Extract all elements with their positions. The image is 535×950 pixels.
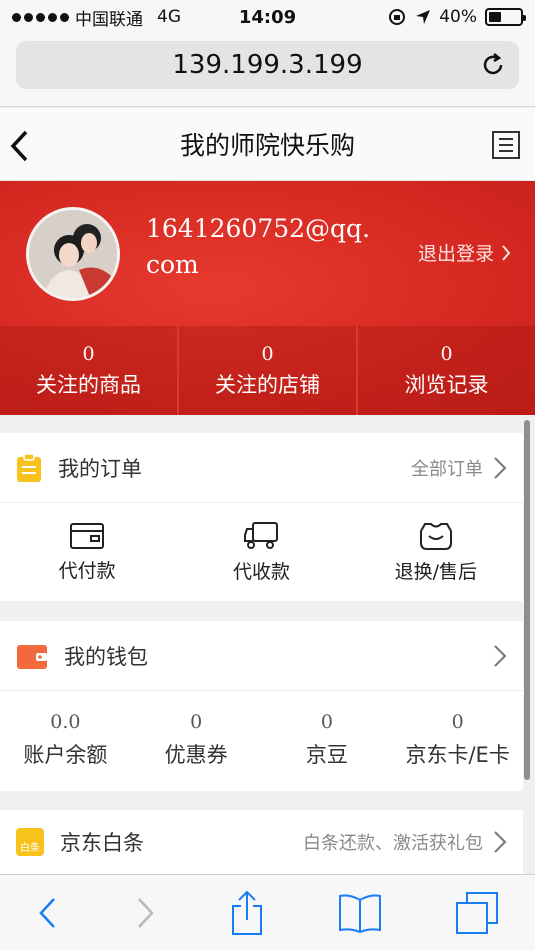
url-text[interactable]: 139.199.3.199 [172, 50, 362, 80]
wallet-header[interactable]: 我的钱包 [0, 621, 523, 691]
baitiao-section: 白条 京东白条 白条还款、激活获礼包 [0, 810, 523, 874]
battery-icon [484, 8, 526, 26]
order-status-row: 代付款 代收款 退换/售后 [0, 503, 523, 601]
battery-percent: 40% [439, 7, 477, 27]
wallet-value: 0 [451, 711, 464, 733]
user-stats: 0 关注的商品 0 关注的店铺 0 浏览记录 [0, 326, 535, 415]
carrier-label: 中国联通 [75, 9, 143, 30]
logout-link[interactable]: 退出登录 [418, 239, 511, 266]
wallet-jd-card[interactable]: 0 京东卡/E卡 [392, 691, 523, 789]
stat-value: 0 [82, 342, 95, 365]
stat-label: 关注的商品 [36, 372, 141, 397]
wallet-coupons[interactable]: 0 优惠券 [131, 691, 262, 789]
clipboard-icon [17, 452, 41, 482]
wallet-row: 0.0 账户余额 0 优惠券 0 京豆 0 京东卡/E卡 [0, 691, 523, 789]
order-item-label: 代收款 [232, 560, 290, 583]
wallet-icon [17, 644, 47, 669]
wallet-balance[interactable]: 0.0 账户余额 [0, 691, 131, 789]
wallet-label: 优惠券 [164, 743, 228, 767]
chevron-right-icon [502, 244, 511, 261]
stat-label: 关注的店铺 [215, 372, 320, 397]
orders-title: 我的订单 [58, 456, 142, 481]
wallet-label: 账户余额 [23, 743, 108, 767]
status-bar: 中国联通 4G 14:09 40% [0, 0, 535, 34]
wallet-section: 我的钱包 0.0 账户余额 0 优惠券 0 京豆 0 京东卡/E卡 [0, 621, 523, 791]
wallet-link[interactable] [493, 644, 507, 668]
baitiao-icon-text: 白条 [20, 843, 40, 854]
tabs-icon[interactable] [455, 891, 499, 935]
chevron-right-icon [494, 644, 507, 667]
signal-icon [12, 12, 69, 22]
baitiao-title: 京东白条 [60, 831, 144, 855]
wallet-label: 京豆 [305, 743, 348, 767]
truck-icon [244, 521, 279, 549]
wallet-value: 0 [320, 711, 333, 733]
wallet-icon [70, 522, 105, 549]
wallet-value: 0.0 [50, 711, 81, 733]
order-item-label: 代付款 [58, 559, 116, 582]
orders-header[interactable]: 我的订单 全部订单 [0, 433, 523, 503]
rotation-lock-icon [389, 9, 406, 25]
order-pending-payment[interactable]: 代付款 [0, 503, 174, 601]
chevron-right-icon [494, 831, 507, 853]
forward-icon[interactable] [133, 895, 157, 931]
network-label: 4G [157, 7, 181, 27]
avatar-illustration [29, 210, 117, 298]
url-bar[interactable]: 139.199.3.199 [16, 41, 519, 89]
stat-followed-products[interactable]: 0 关注的商品 [0, 326, 179, 415]
baitiao-icon: 白条 [16, 828, 44, 856]
order-after-sales[interactable]: 退换/售后 [349, 503, 523, 601]
chevron-left-icon[interactable] [8, 128, 32, 164]
username: 1641260752@qq.com [146, 214, 371, 279]
order-pending-receipt[interactable]: 代收款 [174, 503, 348, 601]
wallet-title: 我的钱包 [64, 644, 148, 669]
clock: 14:09 [238, 6, 297, 28]
bookmarks-icon[interactable] [338, 892, 382, 934]
battery-level [488, 12, 501, 22]
wallet-label: 京东卡/E卡 [405, 743, 510, 767]
scrollbar[interactable] [524, 420, 530, 780]
baitiao-header[interactable]: 白条 京东白条 白条还款、激活获礼包 [0, 810, 523, 874]
browser-toolbar [0, 874, 535, 950]
share-icon[interactable] [229, 890, 265, 936]
refund-icon [419, 522, 452, 550]
all-orders-link[interactable]: 全部订单 [411, 455, 507, 481]
reload-icon[interactable] [479, 51, 507, 79]
page-title: 我的师院快乐购 [179, 131, 355, 160]
stat-browse-history[interactable]: 0 浏览记录 [358, 326, 535, 415]
stat-value: 0 [440, 342, 453, 365]
baitiao-link[interactable]: 白条还款、激活获礼包 [303, 829, 507, 855]
orders-section: 我的订单 全部订单 代付款 代收款 退换/售后 [0, 433, 523, 601]
all-orders-label[interactable]: 全部订单 [411, 455, 483, 481]
list-icon[interactable] [491, 130, 521, 160]
location-icon [416, 10, 431, 24]
user-card: 1641260752@qq.com 退出登录 0 关注的商品 0 关注的店铺 0… [0, 181, 535, 415]
stat-value: 0 [261, 342, 274, 365]
wallet-jingdou[interactable]: 0 京豆 [262, 691, 393, 789]
order-item-label: 退换/售后 [394, 560, 478, 583]
stat-followed-shops[interactable]: 0 关注的店铺 [179, 326, 358, 415]
logout-label[interactable]: 退出登录 [418, 239, 494, 266]
avatar[interactable] [26, 207, 120, 301]
browser-chrome: 中国联通 4G 14:09 40% 139.199.3.199 [0, 0, 535, 107]
back-icon[interactable] [36, 895, 60, 931]
wallet-value: 0 [190, 711, 203, 733]
baitiao-more-label[interactable]: 白条还款、激活获礼包 [303, 829, 483, 855]
page-header: 我的师院快乐购 [0, 108, 535, 181]
stat-label: 浏览记录 [404, 372, 489, 397]
chevron-right-icon [494, 456, 507, 479]
